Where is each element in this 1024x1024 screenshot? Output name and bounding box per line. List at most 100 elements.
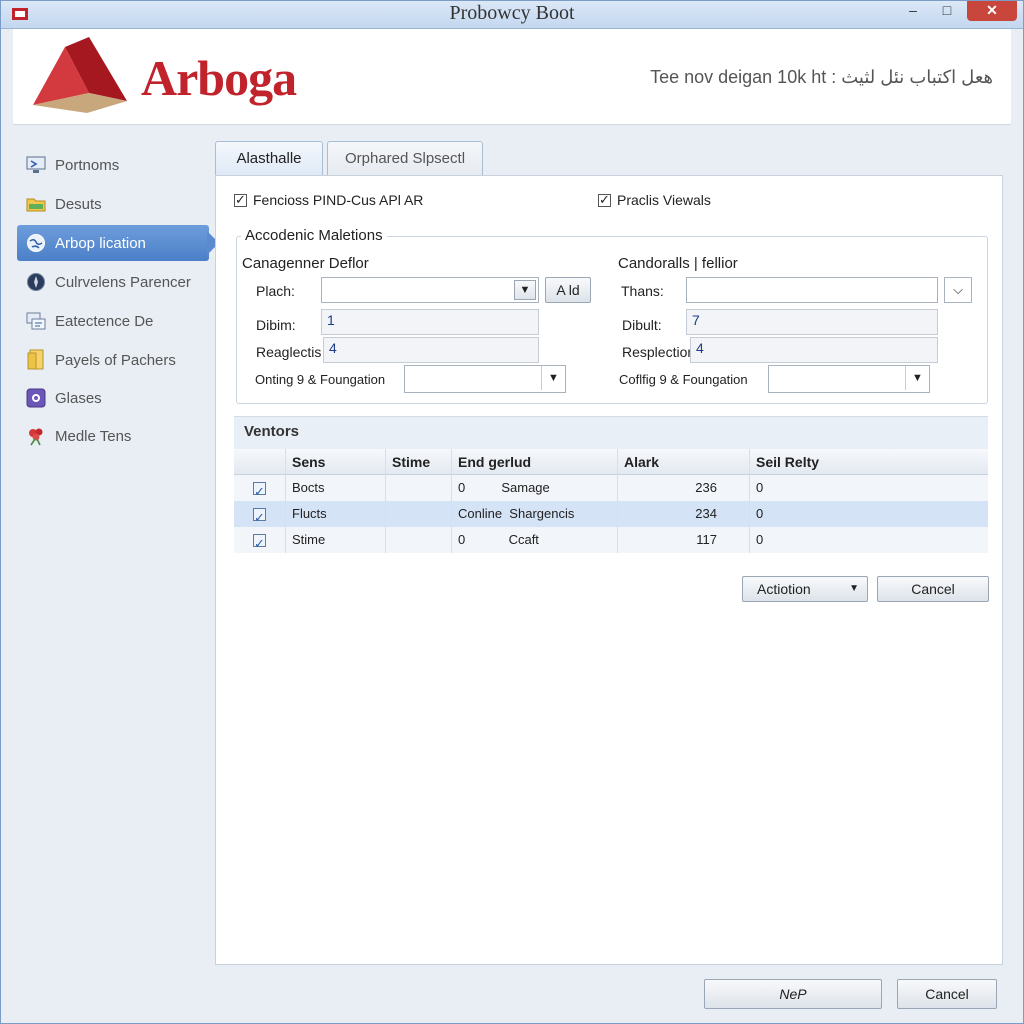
cell-alark: 236 <box>618 475 750 501</box>
thans-dropdown[interactable]: ⌵ <box>944 277 972 303</box>
sidebar-item-label: Arbop lication <box>55 234 146 252</box>
cell-end-gerlud: Conline Shargencis <box>452 501 618 527</box>
flower-icon <box>25 425 47 447</box>
document-icon <box>25 349 47 371</box>
left-column-heading: Canagenner Deflor <box>242 255 369 272</box>
table-header: Sens Stime End gerlud Alark Seil Relty <box>234 449 988 475</box>
row-checkbox[interactable] <box>234 501 286 527</box>
column-header-stime[interactable]: Stime <box>386 449 452 475</box>
action-dropdown-button[interactable]: Actiotion ▼ <box>742 576 868 602</box>
column-header-select[interactable] <box>234 449 286 475</box>
thans-label: Thans: <box>621 283 664 299</box>
dibult-field[interactable]: 7 <box>686 309 938 335</box>
plach-label: Plach: <box>256 283 295 299</box>
sidebar-item-label: Eatectence De <box>55 312 154 330</box>
cell-sens: Bocts <box>286 475 386 501</box>
header-banner: Arboga Tee nov deigan 10k ht : هعل اكتبا… <box>13 29 1011 125</box>
sidebar-item-eatectence-de[interactable]: Eatectence De <box>17 303 209 339</box>
action-button-label: Actiotion <box>757 581 811 597</box>
minimize-button[interactable]: – <box>899 1 927 21</box>
sidebar-item-label: Payels of Pachers <box>55 351 176 369</box>
table-row[interactable]: Bocts 0 Samage 236 0 <box>234 475 988 501</box>
cell-sens: Stime <box>286 527 386 553</box>
globe-icon <box>25 232 47 254</box>
add-button[interactable]: A ld <box>545 277 591 303</box>
group-title: Accodenic Maletions <box>241 227 387 244</box>
vendors-title: Ventors <box>234 417 988 449</box>
resplection-label: Resplection <box>622 344 696 360</box>
cell-stime <box>386 475 452 501</box>
sidebar-item-portnoms[interactable]: Portnoms <box>17 147 209 183</box>
cell-seil-relty: 0 <box>750 527 988 553</box>
cancel-button[interactable]: Cancel <box>877 576 989 602</box>
app-window: Probowcy Boot – □ ✕ Arboga Tee nov deiga… <box>0 0 1024 1024</box>
chevron-down-icon: ⌵ <box>953 282 963 297</box>
sidebar: Portnoms Desuts Arbop lication Culrvelen… <box>13 137 219 967</box>
logo-icon <box>33 37 127 113</box>
next-button[interactable]: NeP <box>704 979 882 1009</box>
sidebar-item-culrvelens-parencer[interactable]: Culrvelens Parencer <box>17 264 209 300</box>
chevron-down-icon[interactable]: ▼ <box>905 366 929 390</box>
onting-label: Onting 9 & Foungation <box>255 372 386 387</box>
cell-sens: Flucts <box>286 501 386 527</box>
window-icon <box>25 387 47 409</box>
sidebar-item-label: Medle Tens <box>55 427 132 445</box>
sidebar-item-desuts[interactable]: Desuts <box>17 186 209 222</box>
settings-group: Accodenic Maletions Canagenner Deflor Pl… <box>236 227 988 404</box>
sidebar-item-label: Glases <box>55 389 102 407</box>
window-title: Probowcy Boot <box>449 2 575 24</box>
table-row[interactable]: Stime 0 Ccaft 117 0 <box>234 527 988 553</box>
plach-select[interactable]: ▼ <box>321 277 539 303</box>
sidebar-item-label: Desuts <box>55 195 102 213</box>
title-bar: Probowcy Boot – □ ✕ <box>1 1 1023 29</box>
cell-seil-relty: 0 <box>750 475 988 501</box>
tab-orphared-slpsectl[interactable]: Orphared Slpsectl <box>327 141 483 175</box>
cell-alark: 117 <box>618 527 750 553</box>
dibim-label: Dibim: <box>256 317 296 333</box>
sidebar-item-payels-of-pachers[interactable]: Payels of Pachers <box>17 342 209 378</box>
row-checkbox[interactable] <box>234 527 286 553</box>
tab-alasthalle[interactable]: Alasthalle <box>215 141 323 175</box>
folder-icon <box>25 193 47 215</box>
resplection-field[interactable]: 4 <box>690 337 938 363</box>
column-header-end-gerlud[interactable]: End gerlud <box>452 449 618 475</box>
right-column-heading: Candoralls | fellior <box>618 255 738 272</box>
logo-text: Arboga <box>141 50 297 106</box>
cell-seil-relty: 0 <box>750 501 988 527</box>
sidebar-item-medle-tens[interactable]: Medle Tens <box>17 418 209 454</box>
column-header-seil-relty[interactable]: Seil Relty <box>750 449 988 475</box>
row-checkbox[interactable] <box>234 475 286 501</box>
onting-select[interactable]: ▼ <box>404 365 566 393</box>
sidebar-item-label: Portnoms <box>55 156 120 174</box>
coflfig-label: Coflfig 9 & Foungation <box>619 372 748 387</box>
reaglectis-field[interactable]: 4 <box>323 337 539 363</box>
cell-alark: 234 <box>618 501 750 527</box>
cell-end-gerlud: 0 Ccaft <box>452 527 618 553</box>
reaglectis-label: Reaglectis <box>256 344 322 360</box>
dibult-label: Dibult: <box>622 317 662 333</box>
checkbox[interactable] <box>598 192 611 208</box>
sidebar-item-arbop-lication[interactable]: Arbop lication <box>17 225 219 261</box>
checkbox-label: Praclis Viewals <box>617 192 711 208</box>
coflfig-select[interactable]: ▼ <box>768 365 930 393</box>
sidebar-item-glases[interactable]: Glases <box>17 380 209 416</box>
footer-cancel-button[interactable]: Cancel <box>897 979 997 1009</box>
monitor-icon <box>25 154 47 176</box>
column-header-sens[interactable]: Sens <box>286 449 386 475</box>
thans-field[interactable] <box>686 277 938 303</box>
chevron-down-icon: ▼ <box>849 583 859 594</box>
vendors-table: Ventors Sens Stime End gerlud Alark Seil… <box>234 416 988 554</box>
chevron-down-icon[interactable]: ▼ <box>514 280 536 300</box>
network-icon <box>25 310 47 332</box>
close-button[interactable]: ✕ <box>967 1 1017 21</box>
cell-stime <box>386 501 452 527</box>
checkbox[interactable] <box>234 192 247 208</box>
dibim-field[interactable]: 1 <box>321 309 539 335</box>
column-header-alark[interactable]: Alark <box>618 449 750 475</box>
table-row[interactable]: Flucts Conline Shargencis 234 0 <box>234 501 988 527</box>
chevron-down-icon[interactable]: ▼ <box>541 366 565 390</box>
option-praclis-viewals[interactable]: Praclis Viewals <box>598 192 711 208</box>
maximize-button[interactable]: □ <box>933 1 961 21</box>
option-fencioss[interactable]: Fencioss PIND-Cus APl AR <box>234 192 423 208</box>
cell-stime <box>386 527 452 553</box>
